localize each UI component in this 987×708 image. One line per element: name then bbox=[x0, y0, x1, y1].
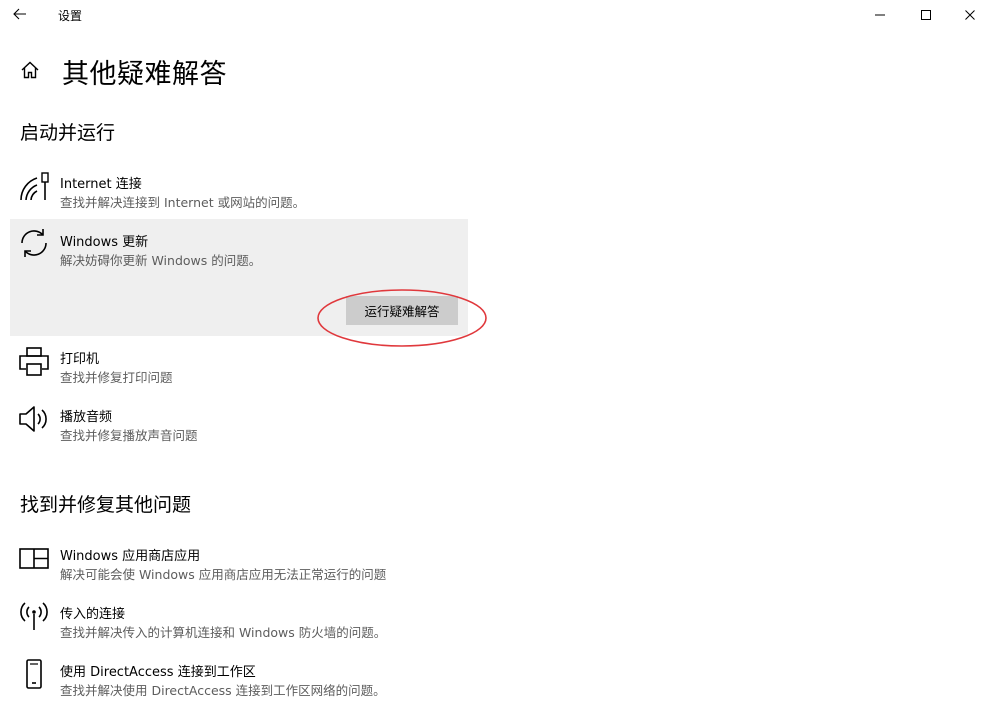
troubleshooter-store-apps[interactable]: Windows 应用商店应用 解决可能会使 Windows 应用商店应用无法正常… bbox=[10, 537, 468, 589]
arrow-left-icon bbox=[13, 8, 26, 20]
maximize-icon bbox=[921, 10, 931, 20]
back-button[interactable] bbox=[8, 4, 32, 24]
item-description: 查找并修复播放声音问题 bbox=[60, 428, 198, 443]
section-title-find-fix-other: 找到并修复其他问题 bbox=[20, 494, 192, 516]
store-app-icon bbox=[18, 542, 50, 574]
section-title-get-up-running: 启动并运行 bbox=[20, 122, 116, 144]
item-title: Windows 应用商店应用 bbox=[60, 549, 201, 564]
item-title: 播放音频 bbox=[60, 410, 113, 425]
home-icon[interactable] bbox=[20, 60, 40, 80]
wifi-icon bbox=[18, 171, 50, 203]
minimize-icon bbox=[875, 14, 885, 16]
window-title: 设置 bbox=[58, 9, 83, 23]
run-troubleshooter-button[interactable]: 运行疑难解答 bbox=[346, 296, 458, 325]
phone-icon bbox=[18, 658, 50, 690]
item-description: 查找并解决传入的计算机连接和 Windows 防火墙的问题。 bbox=[60, 625, 387, 640]
antenna-icon bbox=[18, 600, 50, 632]
item-title: 使用 DirectAccess 连接到工作区 bbox=[60, 665, 256, 680]
item-description: 解决妨碍你更新 Windows 的问题。 bbox=[60, 253, 262, 268]
item-title: Windows 更新 bbox=[60, 235, 149, 250]
item-title: 传入的连接 bbox=[60, 607, 126, 622]
minimize-button[interactable] bbox=[857, 0, 903, 30]
item-description: 解决可能会使 Windows 应用商店应用无法正常运行的问题 bbox=[60, 567, 387, 582]
troubleshooter-printer[interactable]: 打印机 查找并修复打印问题 bbox=[10, 340, 468, 392]
item-title: Internet 连接 bbox=[60, 177, 142, 192]
title-bar: 设置 bbox=[0, 0, 987, 30]
printer-icon bbox=[18, 345, 50, 377]
item-description: 查找并修复打印问题 bbox=[60, 370, 173, 385]
close-icon bbox=[965, 10, 975, 20]
troubleshooter-incoming-connections[interactable]: 传入的连接 查找并解决传入的计算机连接和 Windows 防火墙的问题。 bbox=[10, 595, 468, 647]
troubleshooter-audio[interactable]: 播放音频 查找并修复播放声音问题 bbox=[10, 398, 468, 450]
item-description: 查找并解决使用 DirectAccess 连接到工作区网络的问题。 bbox=[60, 683, 386, 698]
item-description: 查找并解决连接到 Internet 或网站的问题。 bbox=[60, 195, 306, 210]
speaker-icon bbox=[18, 403, 50, 435]
maximize-button[interactable] bbox=[903, 0, 949, 30]
close-button[interactable] bbox=[947, 0, 987, 30]
sync-icon bbox=[18, 227, 50, 259]
page-title: 其他疑难解答 bbox=[62, 59, 227, 90]
troubleshooter-internet[interactable]: Internet 连接 查找并解决连接到 Internet 或网站的问题。 bbox=[10, 165, 468, 217]
troubleshooter-directaccess[interactable]: 使用 DirectAccess 连接到工作区 查找并解决使用 DirectAcc… bbox=[10, 653, 468, 705]
item-title: 打印机 bbox=[60, 352, 100, 367]
